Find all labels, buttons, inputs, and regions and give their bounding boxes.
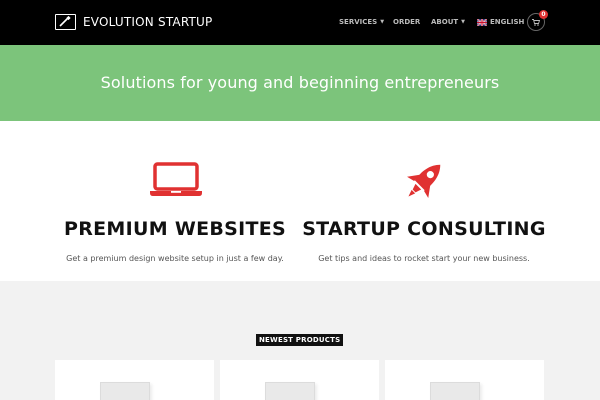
feature-title: PREMIUM WEBSITES — [63, 218, 287, 240]
nav-services[interactable]: SERVICES ▼ — [339, 18, 384, 26]
nav-services-label: SERVICES — [339, 18, 378, 26]
top-navbar: EVOLUTION STARTUP SERVICES ▼ ORDER ABOUT… — [0, 0, 600, 45]
laptop-icon — [150, 162, 202, 196]
product-box-icon — [100, 382, 150, 400]
product-box-icon — [430, 382, 480, 400]
nav-order-label: ORDER — [393, 18, 421, 26]
cart-count-badge: 0 — [539, 10, 548, 19]
nav-language[interactable]: ENGLISH — [476, 17, 525, 27]
banner-tagline: Solutions for young and beginning entrep… — [100, 72, 500, 92]
brand-name: EVOLUTION STARTUP — [83, 15, 213, 29]
rocket-icon — [407, 164, 441, 198]
shopping-cart-icon — [532, 18, 540, 26]
hero-banner: Solutions for young and beginning entrep… — [0, 45, 600, 121]
feature-title: STARTUP CONSULTING — [302, 218, 546, 240]
brand-logo-link[interactable]: EVOLUTION STARTUP — [55, 12, 212, 32]
nav-language-label: ENGLISH — [490, 18, 525, 26]
nav-order[interactable]: ORDER — [393, 18, 420, 26]
product-card[interactable] — [55, 360, 214, 400]
section-heading: NEWEST PRODUCTS — [256, 334, 344, 346]
product-card[interactable] — [220, 360, 379, 400]
feature-description: Get a premium design website setup in ju… — [66, 254, 284, 263]
product-card[interactable] — [385, 360, 544, 400]
uk-flag-icon — [476, 17, 488, 27]
nav-about[interactable]: ABOUT ▼ — [431, 18, 465, 26]
caret-down-icon: ▼ — [461, 19, 466, 25]
caret-down-icon: ▼ — [380, 19, 385, 25]
features-section: PREMIUM WEBSITES Get a premium design we… — [0, 121, 600, 281]
feature-description: Get tips and ideas to rocket start your … — [318, 254, 530, 263]
product-box-icon — [265, 382, 315, 400]
newest-products-section: NEWEST PRODUCTS — [0, 281, 600, 400]
nav-about-label: ABOUT — [431, 18, 459, 26]
magic-wand-icon — [55, 14, 76, 30]
